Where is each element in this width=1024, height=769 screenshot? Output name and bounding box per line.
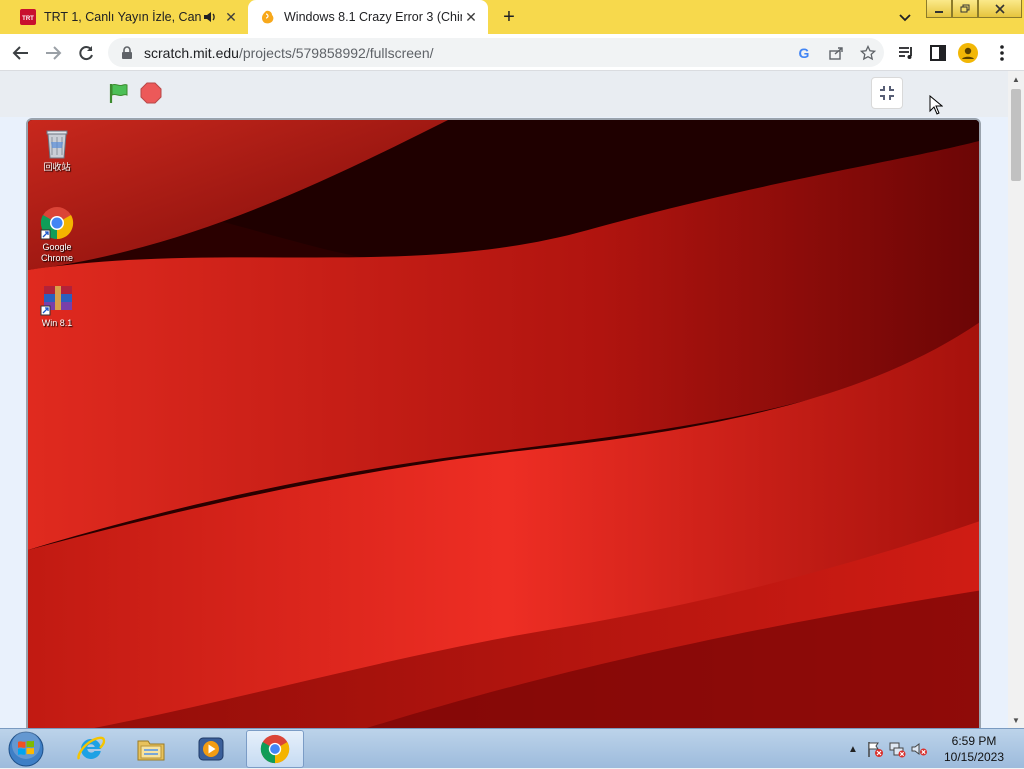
close-window-button[interactable] xyxy=(978,0,1022,18)
media-player-icon xyxy=(198,737,224,761)
tab-title: TRT 1, Canlı Yayın İzle, Canlı Yayı xyxy=(44,10,202,24)
new-tab-button[interactable]: + xyxy=(498,6,520,28)
close-icon[interactable]: ✕ xyxy=(462,8,480,26)
star-icon[interactable] xyxy=(859,44,877,62)
tab-scratch[interactable]: Windows 8.1 Crazy Error 3 (Chinese ✕ xyxy=(248,0,488,34)
url-host: scratch.mit.edu xyxy=(144,44,239,61)
minimize-icon xyxy=(935,10,943,13)
tab-trt[interactable]: TRT TRT 1, Canlı Yayın İzle, Canlı Yayı … xyxy=(8,0,248,34)
exit-fullscreen-button[interactable] xyxy=(871,77,903,109)
trt-icon: TRT xyxy=(20,9,36,25)
exit-fullscreen-icon xyxy=(880,86,894,100)
svg-text:G: G xyxy=(799,45,810,61)
windows-logo-icon xyxy=(8,731,44,767)
tab-strip: TRT TRT 1, Canlı Yayın İzle, Canlı Yayı … xyxy=(0,0,1024,34)
clock-date: 10/15/2023 xyxy=(943,750,1005,764)
taskbar-clock[interactable]: 6:59 PM 10/15/2023 xyxy=(938,733,1010,765)
speaker-icon[interactable] xyxy=(202,9,218,25)
reload-button[interactable] xyxy=(75,42,97,64)
mouse-cursor-icon xyxy=(929,95,943,115)
google-lens-icon[interactable]: G xyxy=(795,44,813,62)
reload-icon xyxy=(79,46,93,61)
desktop-icon-label: Google Chrome xyxy=(40,242,73,263)
taskbar-chrome[interactable] xyxy=(246,730,304,768)
system-tray: ▲ xyxy=(842,729,930,769)
tab-title: Windows 8.1 Crazy Error 3 (Chinese xyxy=(284,10,462,24)
desktop-icon-recycle-bin[interactable]: 回收站 xyxy=(32,126,82,173)
chevron-down-icon[interactable] xyxy=(896,8,914,26)
lock-icon[interactable] xyxy=(120,45,134,60)
taskbar-media-player[interactable] xyxy=(182,730,240,768)
recycle-bin-icon xyxy=(46,130,68,159)
action-center-flag-icon[interactable] xyxy=(864,738,886,760)
winrar-icon xyxy=(40,286,72,316)
share-icon[interactable] xyxy=(827,44,845,62)
desktop-icon-label: 回收站 xyxy=(43,162,71,172)
show-hidden-icons-chevron-up-icon[interactable]: ▲ xyxy=(842,738,864,760)
back-button[interactable] xyxy=(10,42,32,64)
minimize-button[interactable] xyxy=(926,0,952,18)
stop-sign-icon[interactable] xyxy=(140,82,162,104)
network-icon[interactable] xyxy=(886,738,908,760)
desktop-icon-chrome[interactable]: Google Chrome xyxy=(32,206,82,264)
address-bar[interactable]: scratch.mit.edu/projects/579858992/fulls… xyxy=(108,38,884,67)
svg-text:TRT: TRT xyxy=(22,16,34,22)
start-button[interactable] xyxy=(4,729,48,769)
chrome-icon xyxy=(40,207,74,240)
scroll-thumb[interactable] xyxy=(1011,89,1021,181)
green-flag-icon[interactable] xyxy=(108,82,130,104)
window-controls xyxy=(926,0,1022,18)
scroll-down-arrow-icon[interactable]: ▼ xyxy=(1008,712,1024,728)
clock-time: 6:59 PM xyxy=(951,734,997,748)
restore-button[interactable] xyxy=(952,0,978,18)
wallpaper xyxy=(28,120,979,728)
chrome-icon xyxy=(260,734,290,764)
scratch-icon xyxy=(262,10,274,24)
taskbar: ▲ 6:59 PM 10/15/2023 xyxy=(0,728,1024,768)
volume-muted-icon[interactable] xyxy=(908,738,930,760)
arrow-right-icon xyxy=(46,46,62,60)
close-icon[interactable]: ✕ xyxy=(222,8,240,26)
desktop-icon-winrar[interactable]: Win 8.1 xyxy=(32,282,82,329)
media-control-icon[interactable] xyxy=(896,43,916,63)
browser-toolbar: scratch.mit.edu/projects/579858992/fulls… xyxy=(0,34,1024,71)
scratch-controls-bar xyxy=(0,71,1008,117)
arrow-left-icon xyxy=(12,46,28,60)
taskbar-file-explorer[interactable] xyxy=(122,730,180,768)
page-scrollbar[interactable]: ▲ ▼ xyxy=(1008,71,1024,728)
page-content: 回收站 Google Chrome Win 8.1 xyxy=(0,71,1008,728)
side-panel-icon[interactable] xyxy=(928,43,948,63)
profile-avatar-icon[interactable] xyxy=(958,43,978,63)
more-menu-icon[interactable] xyxy=(992,43,1012,63)
file-explorer-icon xyxy=(137,740,165,761)
url-text[interactable]: scratch.mit.edu/projects/579858992/fulls… xyxy=(144,45,788,61)
forward-button[interactable] xyxy=(42,42,64,64)
scroll-up-arrow-icon[interactable]: ▲ xyxy=(1008,71,1024,87)
close-icon xyxy=(995,3,1005,14)
restore-icon xyxy=(960,4,970,12)
internet-explorer-icon xyxy=(77,736,106,760)
taskbar-internet-explorer[interactable] xyxy=(62,730,120,768)
scratch-stage[interactable]: 回收站 Google Chrome Win 8.1 xyxy=(26,118,981,728)
url-path: /projects/579858992/fullscreen/ xyxy=(238,44,434,61)
desktop-icon-label: Win 8.1 xyxy=(41,318,73,328)
